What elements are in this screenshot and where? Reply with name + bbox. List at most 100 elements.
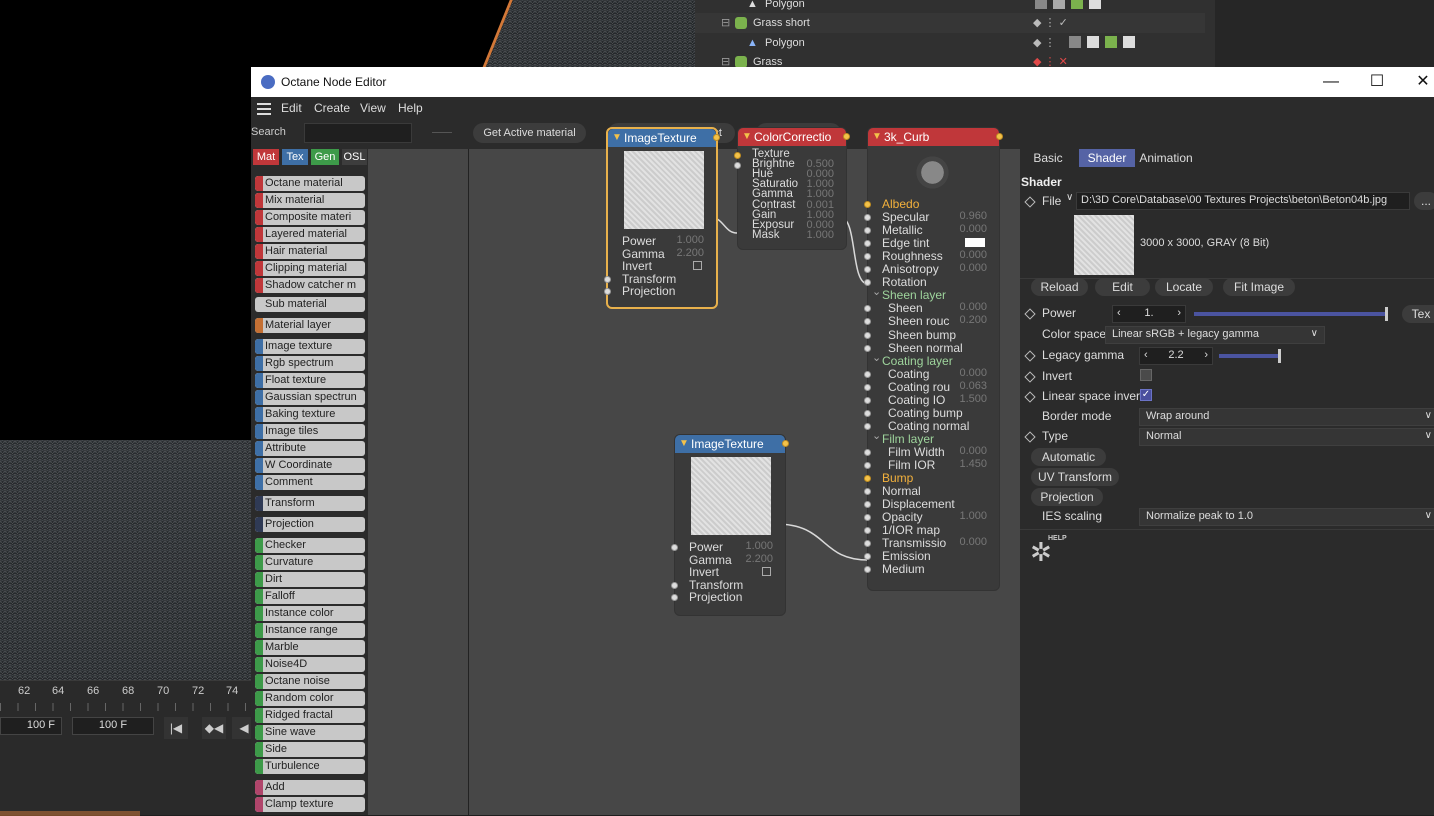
node-palette-item[interactable]: Add bbox=[255, 780, 365, 795]
output-pin[interactable] bbox=[782, 440, 789, 447]
reload-button[interactable]: Reload bbox=[1031, 278, 1088, 296]
timeline-ruler[interactable] bbox=[0, 703, 252, 711]
visibility-icon[interactable]: ◆ ⋮ bbox=[1033, 33, 1056, 53]
input-pin[interactable] bbox=[864, 305, 871, 313]
node-palette-item[interactable]: Noise4D bbox=[255, 657, 365, 672]
input-pin[interactable] bbox=[864, 540, 871, 548]
input-pin[interactable] bbox=[864, 448, 871, 456]
node-palette-item[interactable]: Gaussian spectrun bbox=[255, 390, 365, 405]
node-param-value[interactable]: 0.000 bbox=[959, 367, 987, 379]
node-palette-item[interactable]: Dirt bbox=[255, 572, 365, 587]
tex-button[interactable]: Tex bbox=[1402, 305, 1434, 323]
browse-button[interactable]: ... bbox=[1414, 192, 1434, 210]
node-palette-item[interactable]: Sub material bbox=[255, 297, 365, 312]
node-color-correction[interactable]: ▼ ColorCorrectio Texture Brightne 0.500 Hue 0.… bbox=[734, 127, 850, 250]
power-slider-handle[interactable] bbox=[1385, 307, 1388, 321]
node-palette-item[interactable]: Material layer bbox=[255, 318, 365, 333]
node-param-value[interactable]: 1.000 bbox=[676, 234, 704, 246]
node-palette-item[interactable]: Octane material bbox=[255, 176, 365, 191]
color-space-dropdown[interactable]: Linear sRGB + legacy gamma ∨ bbox=[1105, 326, 1325, 344]
node-header[interactable]: ▼ ImageTexture bbox=[608, 129, 716, 147]
node-image-texture-2[interactable]: ▼ ImageTexture Power 1.000 Gamma 2.200 Invert T… bbox=[671, 434, 789, 616]
input-pin[interactable] bbox=[671, 581, 678, 589]
node-palette-item[interactable]: Instance color bbox=[255, 606, 365, 621]
tab-basic[interactable]: Basic bbox=[1028, 149, 1068, 167]
automatic-button[interactable]: Automatic bbox=[1031, 448, 1106, 466]
invert-checkbox[interactable] bbox=[693, 261, 702, 270]
category-tab-gen[interactable]: Gen bbox=[311, 149, 339, 165]
node-palette-item[interactable]: Image texture bbox=[255, 339, 365, 354]
input-pin[interactable] bbox=[864, 214, 871, 222]
legacy-gamma-field[interactable]: ‹ 2.2 › bbox=[1139, 347, 1213, 365]
input-pin[interactable] bbox=[864, 488, 871, 496]
node-param-value[interactable]: 1.000 bbox=[745, 540, 773, 552]
keyframe-diamond-icon[interactable] bbox=[1024, 371, 1036, 383]
node-param-value[interactable]: 0.063 bbox=[959, 380, 987, 392]
input-pin[interactable] bbox=[864, 553, 871, 561]
node-palette-item[interactable]: Baking texture bbox=[255, 407, 365, 422]
node-param-value[interactable]: 0.000 bbox=[959, 262, 987, 274]
menu-create[interactable]: Create bbox=[314, 101, 350, 115]
keyframe-diamond-icon[interactable] bbox=[1024, 350, 1036, 362]
node-palette-item[interactable]: Random color bbox=[255, 691, 365, 706]
category-tab-tex[interactable]: Tex bbox=[282, 149, 308, 165]
ies-scaling-dropdown[interactable]: Normalize peak to 1.0 ∨ bbox=[1139, 508, 1434, 526]
get-active-material-button[interactable]: Get Active material bbox=[473, 123, 586, 143]
node-palette-item[interactable]: Rgb spectrum bbox=[255, 356, 365, 371]
node-palette-item[interactable]: Hair material bbox=[255, 244, 365, 259]
node-param-value[interactable]: 2.200 bbox=[676, 247, 704, 259]
node-param-value[interactable]: 0.000 bbox=[959, 249, 987, 261]
input-pin[interactable] bbox=[864, 396, 871, 404]
input-pin[interactable] bbox=[864, 501, 871, 509]
title-bar[interactable]: Octane Node Editor — ☐ ✕ bbox=[251, 67, 1434, 97]
node-palette-item[interactable]: Composite materi bbox=[255, 210, 365, 225]
menu-help[interactable]: Help bbox=[398, 101, 423, 115]
node-param-value[interactable]: 0.200 bbox=[959, 314, 987, 326]
input-pin[interactable] bbox=[864, 475, 871, 483]
collapse-arrow-icon[interactable]: ▼ bbox=[742, 128, 752, 146]
legacy-gamma-slider[interactable] bbox=[1219, 354, 1279, 358]
node-image-texture-1[interactable]: ▼ ImageTexture Power 1.000 Gamma 2.200 Invert T… bbox=[604, 127, 720, 309]
node-palette-item[interactable]: Layered material bbox=[255, 227, 365, 242]
node-material[interactable]: ▼ 3k_Curb Albedo Specular 0.960 Metallic 0.000… bbox=[864, 127, 1003, 591]
category-tab-osl[interactable]: OSL bbox=[342, 149, 367, 165]
input-pin[interactable] bbox=[864, 266, 871, 274]
node-header[interactable]: ▼ ImageTexture bbox=[675, 435, 785, 453]
input-pin[interactable] bbox=[864, 331, 871, 339]
node-param-value[interactable]: 0.000 bbox=[959, 301, 987, 313]
collapse-arrow-icon[interactable]: ▼ bbox=[612, 129, 622, 147]
keyframe-diamond-icon[interactable] bbox=[1024, 308, 1036, 320]
input-pin[interactable] bbox=[864, 344, 871, 352]
expand-arrow-icon[interactable]: ⌄ bbox=[872, 285, 881, 298]
output-pin[interactable] bbox=[996, 133, 1003, 140]
node-param-value[interactable]: 1.000 bbox=[806, 229, 834, 241]
category-tab-mat[interactable]: Mat bbox=[253, 149, 279, 165]
output-pin[interactable] bbox=[713, 134, 720, 141]
menu-view[interactable]: View bbox=[360, 101, 386, 115]
power-field[interactable]: ‹ 1. › bbox=[1112, 305, 1186, 323]
end-frame-field[interactable]: 100 F bbox=[72, 717, 154, 735]
input-pin[interactable] bbox=[864, 201, 871, 208]
border-mode-dropdown[interactable]: Wrap around ∨ bbox=[1139, 408, 1434, 426]
node-palette-item[interactable]: Instance range bbox=[255, 623, 365, 638]
input-pin[interactable] bbox=[864, 409, 871, 417]
locate-button[interactable]: Locate bbox=[1155, 278, 1213, 296]
input-pin[interactable] bbox=[864, 318, 871, 326]
node-palette-item[interactable]: Checker bbox=[255, 538, 365, 553]
node-palette-item[interactable]: Projection bbox=[255, 517, 365, 532]
keyframe-diamond-icon[interactable] bbox=[1024, 196, 1036, 208]
output-pin[interactable] bbox=[843, 133, 850, 140]
input-pin[interactable] bbox=[864, 227, 871, 235]
keyframe-diamond-icon[interactable] bbox=[1024, 431, 1036, 443]
node-palette-item[interactable]: Falloff bbox=[255, 589, 365, 604]
uv-transform-button[interactable]: UV Transform bbox=[1031, 468, 1119, 486]
object-row[interactable]: ▲ Polygon ◆ ⋮ bbox=[695, 33, 1205, 53]
legacy-gamma-slider-handle[interactable] bbox=[1278, 349, 1281, 363]
node-canvas[interactable]: ▼ ImageTexture Power 1.000 Gamma 2.200 Invert T… bbox=[368, 127, 1020, 815]
fit-image-button[interactable]: Fit Image bbox=[1223, 278, 1295, 296]
node-param-value[interactable]: 0.000 bbox=[959, 445, 987, 457]
node-palette-item[interactable]: Mix material bbox=[255, 193, 365, 208]
file-path-field[interactable]: D:\3D Core\Database\00 Textures Projects… bbox=[1076, 192, 1410, 210]
node-param-value[interactable]: 0.000 bbox=[959, 536, 987, 548]
input-pin[interactable] bbox=[864, 422, 871, 430]
